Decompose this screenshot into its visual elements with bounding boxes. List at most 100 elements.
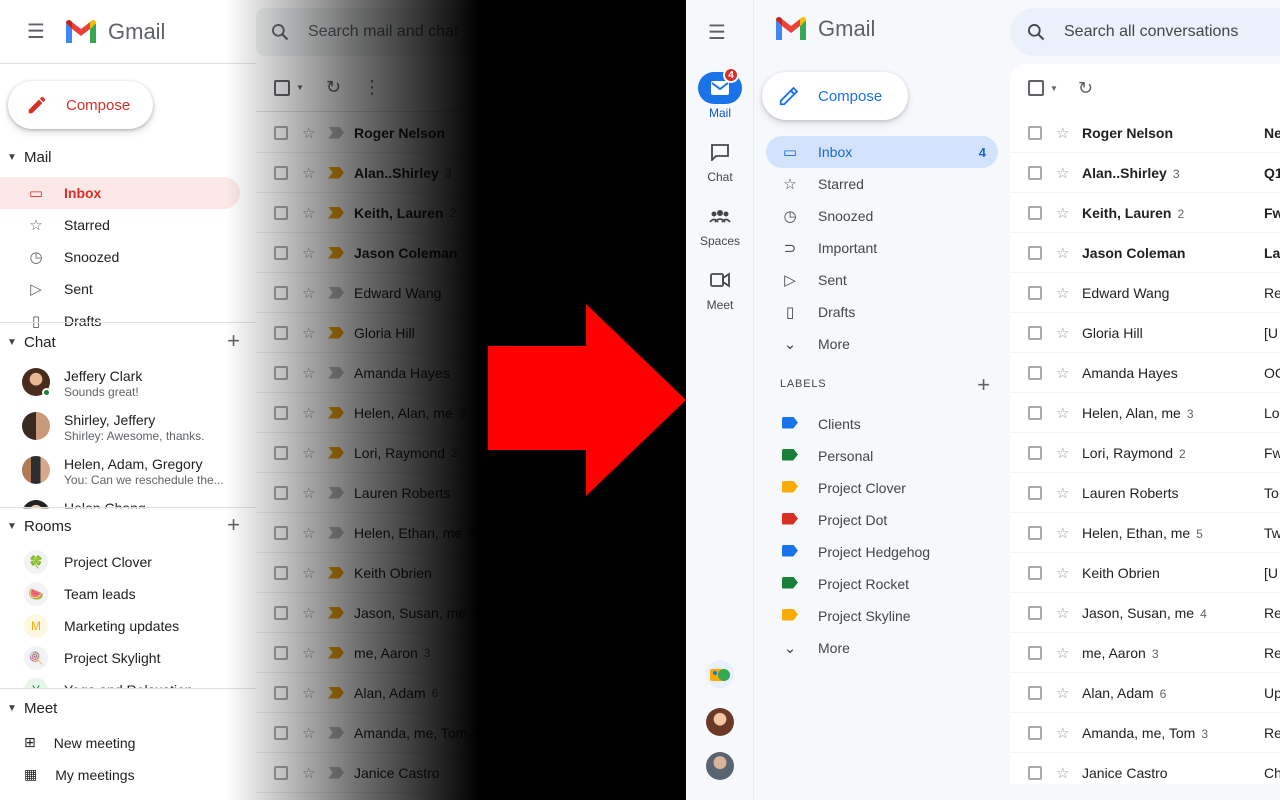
row-checkbox[interactable] — [274, 685, 288, 700]
old-meet-section-header[interactable]: ▼ Meet — [0, 692, 256, 724]
message-row[interactable]: ☆ Keith Obrien [U — [1010, 553, 1280, 593]
important-marker-icon[interactable] — [328, 686, 344, 699]
row-checkbox[interactable] — [1028, 365, 1042, 380]
star-icon[interactable]: ☆ — [302, 564, 320, 582]
star-icon[interactable]: ☆ — [1056, 764, 1074, 782]
old-nav-sent[interactable]: ▷ Sent — [0, 273, 240, 305]
star-icon[interactable]: ☆ — [302, 484, 320, 502]
new-nav-drafts[interactable]: ▯ Drafts — [766, 296, 998, 328]
row-checkbox[interactable] — [274, 645, 288, 660]
message-row[interactable]: ☆ Roger Nelson — [256, 113, 686, 153]
message-row[interactable]: ☆ Keith, Lauren 2 Fw — [1010, 193, 1280, 233]
message-row[interactable]: ☆ Gloria Hill [U — [1010, 313, 1280, 353]
row-checkbox[interactable] — [1028, 245, 1042, 260]
label-item[interactable]: Project Rocket — [766, 568, 998, 600]
rail-meet[interactable]: Meet — [686, 264, 754, 312]
row-checkbox[interactable] — [1028, 285, 1042, 300]
important-marker-icon[interactable] — [328, 486, 344, 499]
row-checkbox[interactable] — [1028, 765, 1042, 780]
label-item[interactable]: Personal — [766, 440, 998, 472]
star-icon[interactable]: ☆ — [1056, 564, 1074, 582]
label-item[interactable]: Clients — [766, 408, 998, 440]
row-checkbox[interactable] — [274, 125, 288, 140]
old-compose-button[interactable]: Compose — [8, 81, 153, 129]
message-row[interactable]: ☆ Jason Coleman — [256, 233, 686, 273]
star-icon[interactable]: ☆ — [302, 364, 320, 382]
message-row[interactable]: ☆ Jason, Susan, me 4 — [256, 593, 686, 633]
star-icon[interactable]: ☆ — [302, 324, 320, 342]
star-icon[interactable]: ☆ — [1056, 324, 1074, 342]
important-marker-icon[interactable] — [328, 406, 344, 419]
message-row[interactable]: ☆ Alan..Shirley 3 — [256, 153, 686, 193]
refresh-icon[interactable]: ↻ — [1078, 78, 1093, 99]
add-chat-icon[interactable]: + — [227, 328, 240, 354]
meet-new-meeting[interactable]: ⊞ New meeting — [24, 734, 135, 751]
row-checkbox[interactable] — [1028, 605, 1042, 620]
add-label-icon[interactable]: + — [977, 372, 990, 398]
labels-more-button[interactable]: ⌄ More — [766, 632, 998, 664]
important-marker-icon[interactable] — [328, 606, 344, 619]
row-checkbox[interactable] — [274, 485, 288, 500]
star-icon[interactable]: ☆ — [302, 524, 320, 542]
message-row[interactable]: ☆ Alan..Shirley 3 Q1 — [1010, 153, 1280, 193]
message-row[interactable]: ☆ Keith Obrien — [256, 553, 686, 593]
star-icon[interactable]: ☆ — [302, 204, 320, 222]
row-checkbox[interactable] — [1028, 645, 1042, 660]
star-icon[interactable]: ☆ — [302, 124, 320, 142]
important-marker-icon[interactable] — [328, 246, 344, 259]
room-item[interactable]: 🍭 Project Skylight — [24, 644, 160, 672]
old-nav-inbox[interactable]: ▭ Inbox — [0, 177, 240, 209]
message-row[interactable]: ☆ Janice Castro — [256, 753, 686, 793]
star-icon[interactable]: ☆ — [302, 404, 320, 422]
label-item[interactable]: Project Dot — [766, 504, 998, 536]
new-nav-starred[interactable]: ☆ Starred — [766, 168, 998, 200]
important-marker-icon[interactable] — [328, 166, 344, 179]
new-nav-more[interactable]: ⌄ More — [766, 328, 998, 360]
message-row[interactable]: ☆ Jason Coleman La — [1010, 233, 1280, 273]
row-checkbox[interactable] — [1028, 565, 1042, 580]
gmail-logo[interactable]: Gmail — [774, 16, 875, 42]
message-row[interactable]: ☆ Amanda Hayes OC — [1010, 353, 1280, 393]
message-row[interactable]: ☆ Roger Nelson Ne — [1010, 113, 1280, 153]
row-checkbox[interactable] — [274, 525, 288, 540]
room-item[interactable]: M Marketing updates — [24, 612, 179, 640]
row-checkbox[interactable] — [274, 245, 288, 260]
important-marker-icon[interactable] — [328, 286, 344, 299]
star-icon[interactable]: ☆ — [1056, 204, 1074, 222]
star-icon[interactable]: ☆ — [1056, 244, 1074, 262]
star-icon[interactable]: ☆ — [1056, 484, 1074, 502]
important-marker-icon[interactable] — [328, 646, 344, 659]
star-icon[interactable]: ☆ — [302, 284, 320, 302]
row-checkbox[interactable] — [1028, 485, 1042, 500]
star-icon[interactable]: ☆ — [1056, 684, 1074, 702]
star-icon[interactable]: ☆ — [1056, 604, 1074, 622]
old-search-bar[interactable]: Search mail and chat — [256, 8, 686, 56]
room-item[interactable]: 🍉 Team leads — [24, 580, 136, 608]
message-row[interactable]: ☆ me, Aaron 3 Re — [1010, 633, 1280, 673]
star-icon[interactable]: ☆ — [302, 724, 320, 742]
row-checkbox[interactable] — [1028, 445, 1042, 460]
row-checkbox[interactable] — [274, 165, 288, 180]
important-marker-icon[interactable] — [328, 206, 344, 219]
row-checkbox[interactable] — [1028, 125, 1042, 140]
new-nav-important[interactable]: ⊃ Important — [766, 232, 998, 264]
row-checkbox[interactable] — [1028, 525, 1042, 540]
row-checkbox[interactable] — [274, 325, 288, 340]
important-marker-icon[interactable] — [328, 126, 344, 139]
row-checkbox[interactable] — [1028, 725, 1042, 740]
meet-my-meetings[interactable]: ▦ My meetings — [24, 766, 135, 783]
select-all-checkbox[interactable]: ▼ — [274, 79, 304, 96]
important-marker-icon[interactable] — [328, 726, 344, 739]
star-icon[interactable]: ☆ — [1056, 124, 1074, 142]
star-icon[interactable]: ☆ — [1056, 444, 1074, 462]
select-all-checkbox[interactable]: ▼ — [1028, 80, 1058, 96]
important-marker-icon[interactable] — [328, 766, 344, 779]
row-checkbox[interactable] — [274, 605, 288, 620]
star-icon[interactable]: ☆ — [302, 684, 320, 702]
row-checkbox[interactable] — [1028, 685, 1042, 700]
rail-spaces[interactable]: Spaces — [686, 200, 754, 248]
message-row[interactable]: ☆ Alan, Adam 6 — [256, 673, 686, 713]
chat-item[interactable]: Jeffery Clark Sounds great! — [22, 368, 142, 400]
star-icon[interactable]: ☆ — [1056, 524, 1074, 542]
star-icon[interactable]: ☆ — [302, 164, 320, 182]
